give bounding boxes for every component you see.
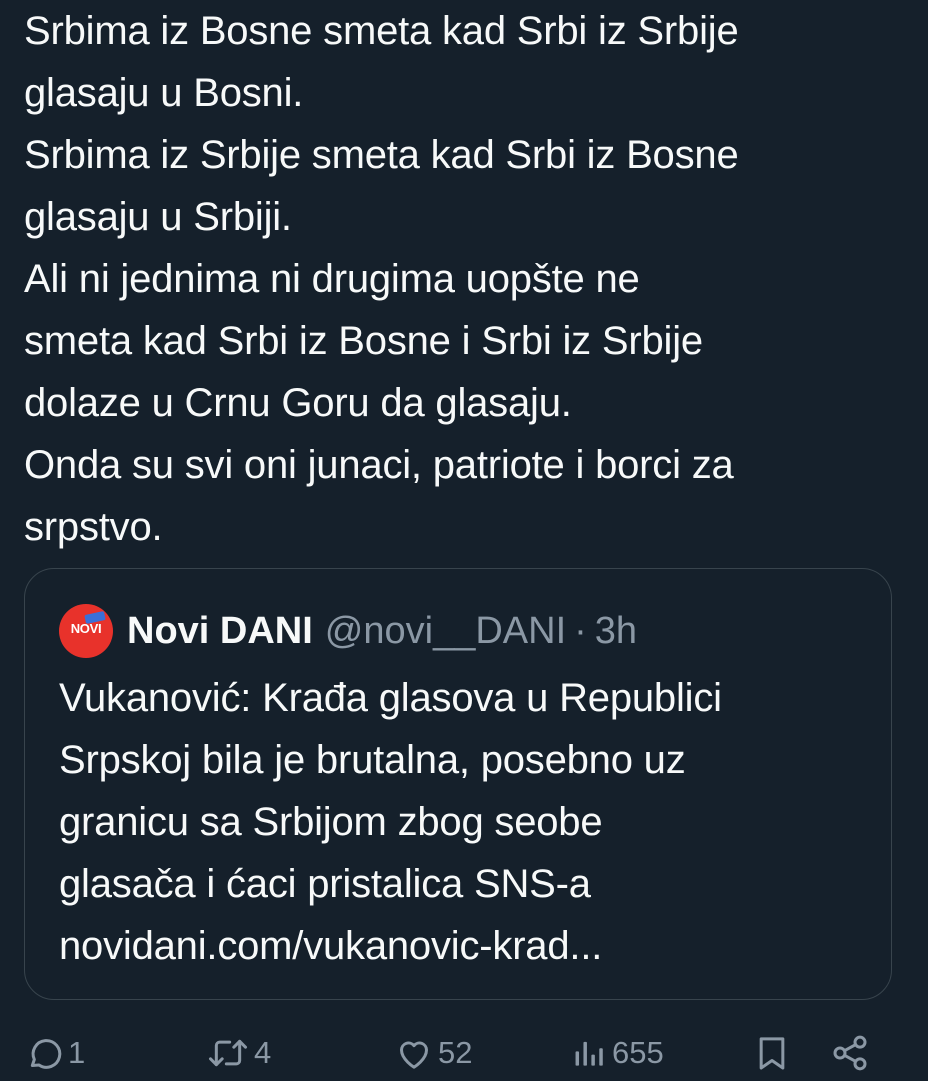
tweet-text: Srbima iz Bosne smeta kad Srbi iz Srbije…	[24, 0, 904, 558]
like-button[interactable]: 52	[394, 1025, 472, 1081]
bookmark-icon	[752, 1033, 792, 1073]
share-button[interactable]	[830, 1025, 870, 1081]
tweet-text-line: Ali ni jednima ni drugima uopšte ne	[24, 257, 640, 301]
reply-button[interactable]: 1	[24, 1025, 85, 1081]
like-count: 52	[438, 1035, 473, 1070]
quoted-text-line: Srpskoj bila je brutalna, posebno uz	[59, 738, 686, 782]
retweet-count: 4	[254, 1035, 272, 1070]
quoted-timestamp[interactable]: 3h	[595, 610, 637, 653]
quoted-author-name[interactable]: Novi DANI	[127, 610, 313, 653]
separator-dot: ·	[574, 609, 587, 652]
view-count: 655	[612, 1035, 664, 1070]
quoted-tweet-header: NOVI Novi DANI @novi__DANI · 3h	[59, 601, 637, 661]
quoted-text-line: glasača i ćaci pristalica SNS-a	[59, 862, 591, 906]
analytics-icon	[570, 1033, 608, 1073]
share-icon	[830, 1033, 870, 1073]
tweet-text-line: Srbima iz Srbije smeta kad Srbi iz Bosne	[24, 133, 739, 177]
quoted-link[interactable]: novidani.com/vukanovic-krad...	[59, 915, 879, 977]
tweet-text-line: smeta kad Srbi iz Bosne i Srbi iz Srbije	[24, 319, 703, 363]
quoted-tweet-card[interactable]: NOVI Novi DANI @novi__DANI · 3h Vukanovi…	[24, 568, 892, 1000]
action-bar: 1 4 52 655	[0, 1025, 928, 1081]
reply-icon	[24, 1033, 64, 1073]
avatar-logo-text: NOVI	[70, 621, 102, 636]
quoted-text-line: granicu sa Srbijom zbog seobe	[59, 800, 603, 844]
tweet-text-line: srpstvo.	[24, 505, 163, 549]
quoted-text-line: Vukanović: Krađa glasova u Republici	[59, 676, 722, 720]
quoted-tweet-text: Vukanović: Krađa glasova u Republici Srp…	[59, 667, 879, 977]
heart-icon	[394, 1033, 434, 1073]
reply-count: 1	[68, 1035, 86, 1070]
tweet-text-line: Onda su svi oni junaci, patriote i borci…	[24, 443, 734, 487]
bookmark-button[interactable]	[752, 1025, 792, 1081]
avatar[interactable]: NOVI	[59, 604, 113, 658]
tweet-text-line: glasaju u Bosni.	[24, 71, 304, 115]
retweet-button[interactable]: 4	[206, 1025, 271, 1081]
quoted-author-handle[interactable]: @novi__DANI	[325, 610, 566, 653]
tweet-text-line: Srbima iz Bosne smeta kad Srbi iz Srbije	[24, 9, 739, 53]
retweet-icon	[206, 1033, 250, 1073]
tweet-text-line: glasaju u Srbiji.	[24, 195, 292, 239]
tweet-text-line: dolaze u Crnu Goru da glasaju.	[24, 381, 572, 425]
views-button[interactable]: 655	[570, 1025, 664, 1081]
